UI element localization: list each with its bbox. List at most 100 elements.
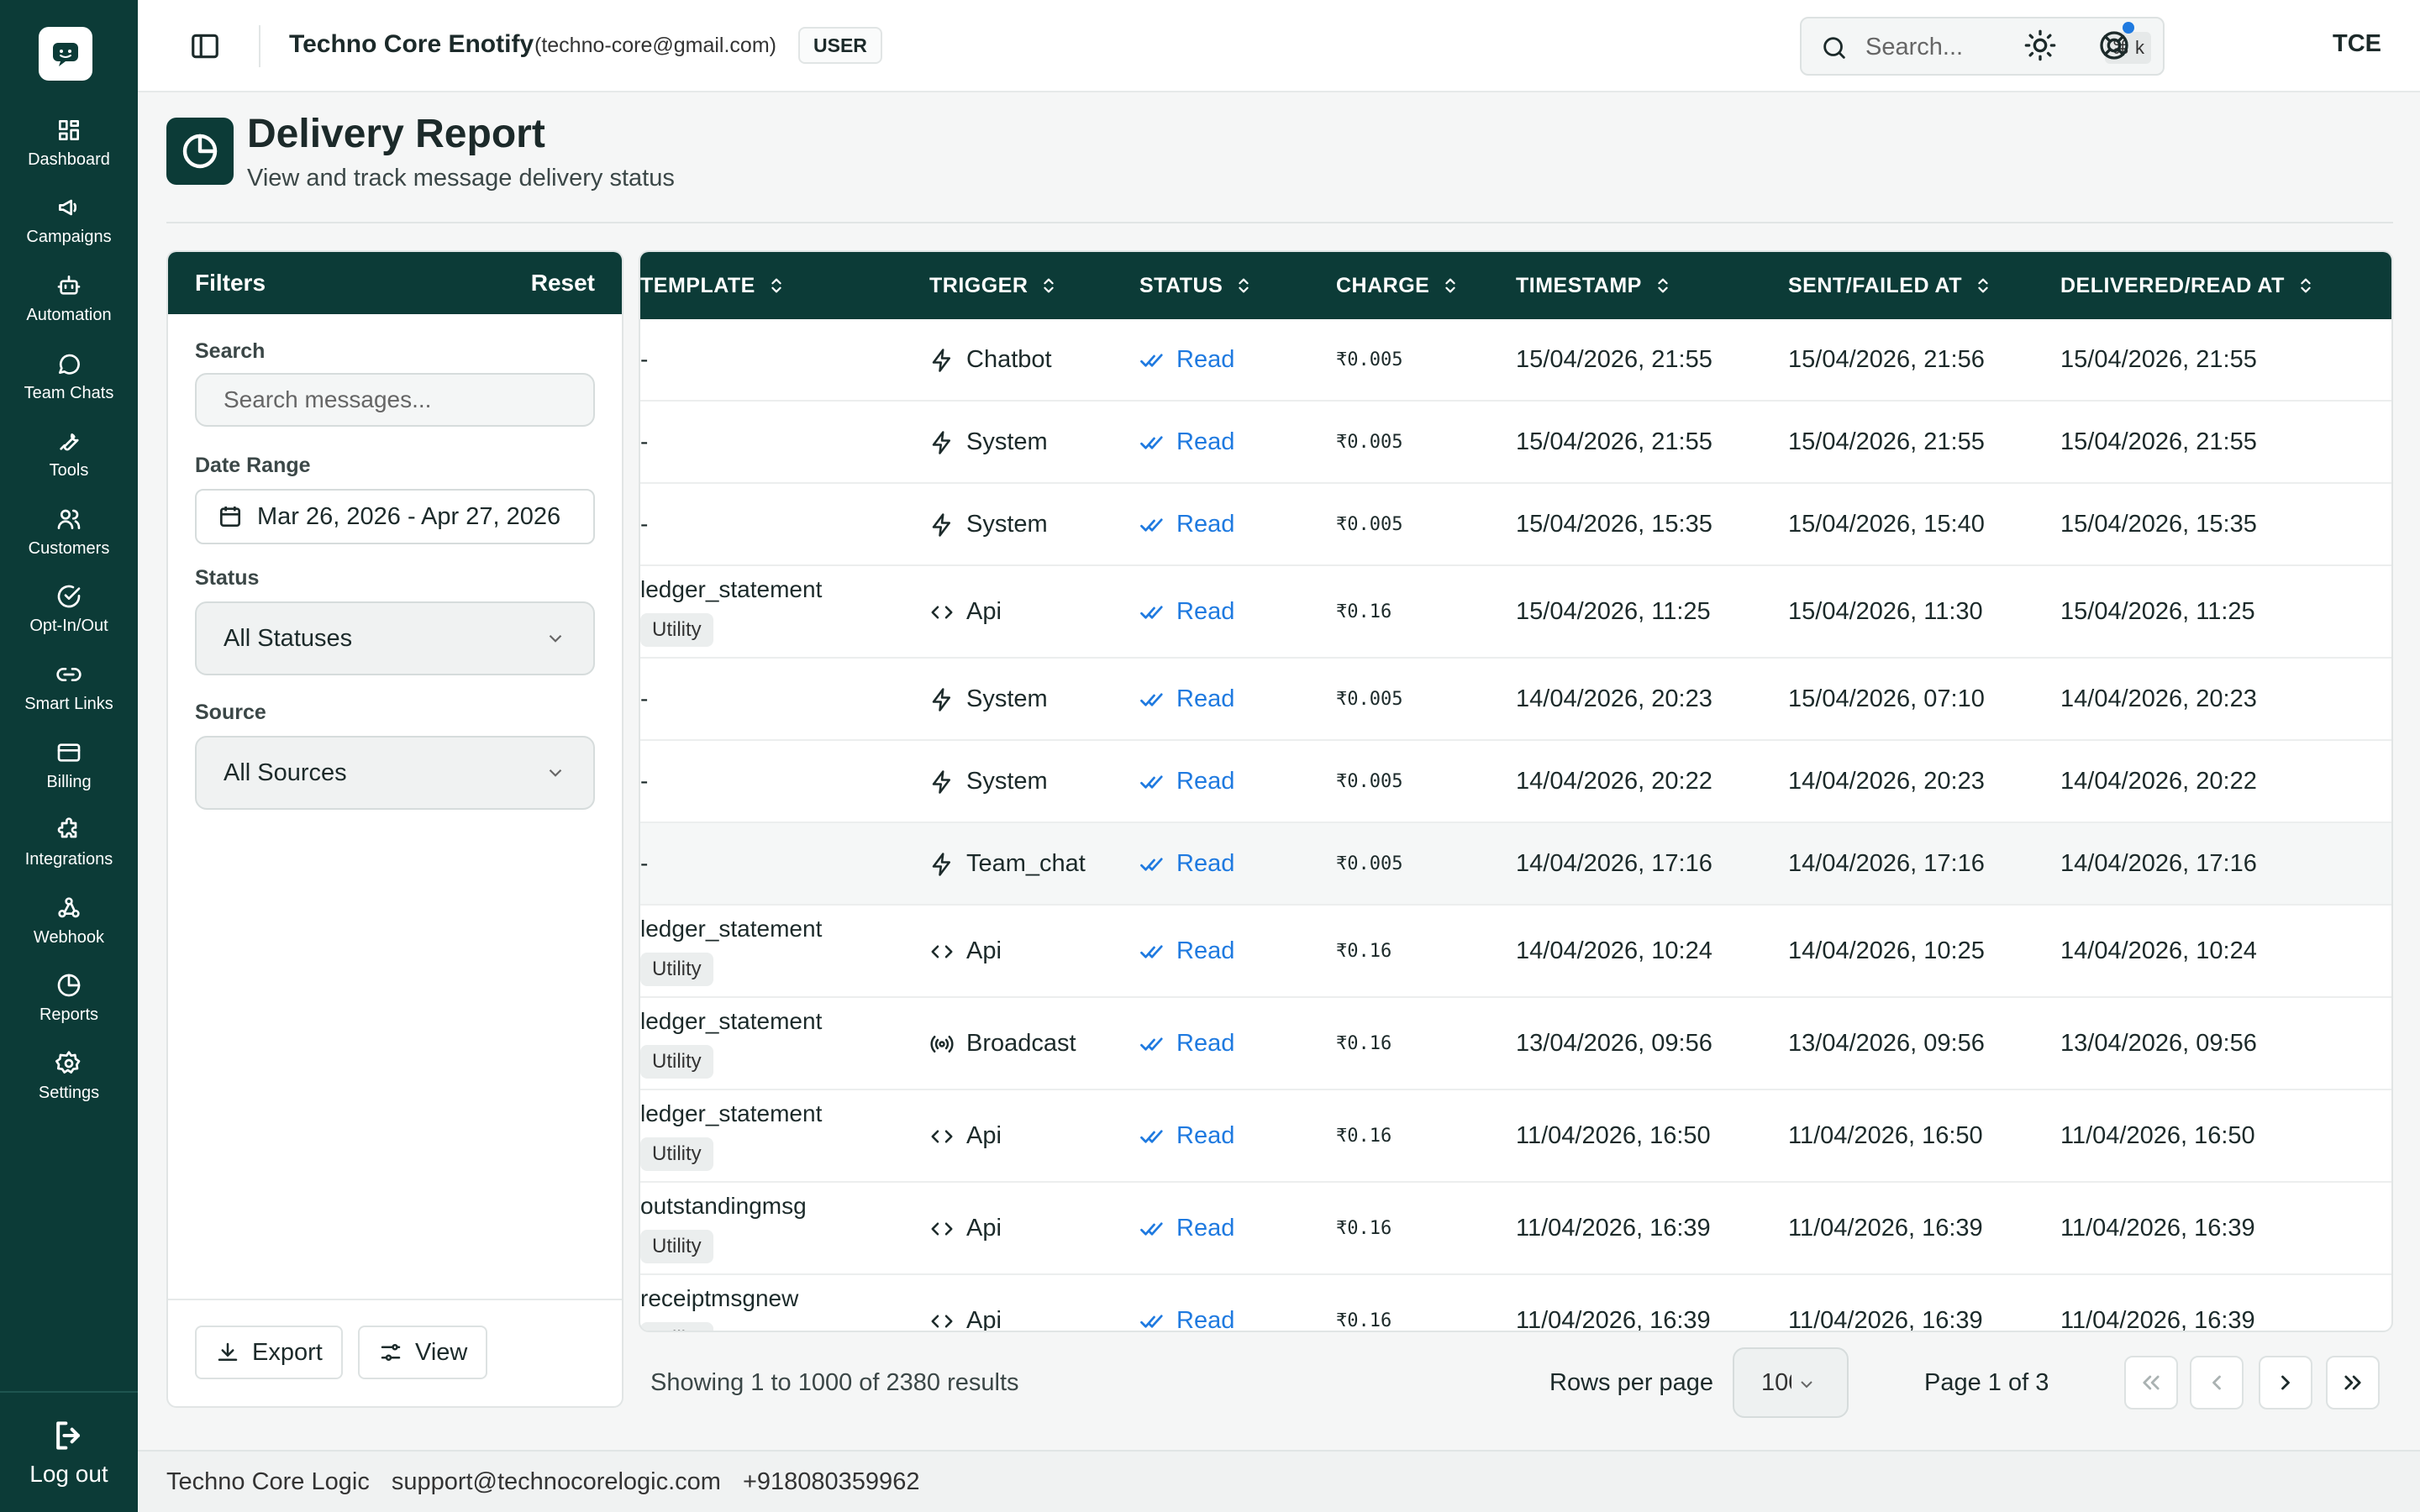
first-page-button[interactable] [2124,1356,2178,1410]
sidebar-item-team-chats[interactable]: Team Chats [0,338,138,416]
footer-email[interactable]: support@technocorelogic.com [392,1468,721,1496]
sidebar: Dashboard Campaigns Automation Team Chat… [0,0,138,1512]
table-row[interactable]: receiptmsgnew Utility Api Read ₹0.16 11/04/20… [640,1275,2391,1332]
trigger-cell: System [929,768,1048,795]
sidebar-item-reports[interactable]: Reports [0,960,138,1038]
template-name: receiptmsgnew [640,1285,799,1311]
delivered-read-at-cell: 11/04/2026, 16:39 [2060,1307,2255,1332]
chevron-left-icon [2212,1375,2221,1390]
sent-failed-at-cell: 11/04/2026, 16:39 [1788,1215,1983,1242]
column-header-status[interactable]: STATUS [1139,252,1253,319]
timestamp-cell: 13/04/2026, 09:56 [1516,1030,1712,1057]
zap-icon [932,348,950,372]
download-icon [218,1342,238,1361]
double-check-icon [1140,857,1163,871]
table-row[interactable]: ledger_statement Utility Api Read ₹0.16 11/04… [640,1090,2391,1183]
status-select-value: All Statuses [224,624,353,652]
grid-icon [59,119,79,140]
megaphone-icon [59,200,76,216]
table-row[interactable]: ledger_statement Utility Api Read ₹0.16 14/04… [640,906,2391,998]
sun-icon [2024,29,2056,61]
sort-icon [1044,278,1055,293]
sidebar-toggle-button[interactable] [188,30,222,62]
role-badge: USER [798,27,882,64]
table-row[interactable]: - Chatbot Read ₹0.005 15/04/2026, 21:55 15/04… [640,319,2391,402]
footer-phone[interactable]: +918080359962 [743,1468,919,1496]
sidebar-item-label: Team Chats [24,383,114,402]
sidebar-item-tools[interactable]: Tools [0,415,138,493]
table-row[interactable]: - System Read ₹0.005 15/04/2026, 15:35 15/04/… [640,484,2391,566]
user-avatar[interactable]: TCE [2333,30,2381,58]
status-select[interactable]: All Statuses [195,601,595,675]
delivered-read-at-cell: 15/04/2026, 15:35 [2060,511,2257,538]
category-badge: Utility [640,613,713,647]
next-page-button[interactable] [2259,1356,2312,1410]
table-row[interactable]: - System Read ₹0.005 14/04/2026, 20:22 14/04/… [640,741,2391,823]
table-row[interactable]: - System Read ₹0.005 15/04/2026, 21:55 15/04/… [640,402,2391,484]
chevron-down-icon [549,769,562,777]
table-row[interactable]: ledger_statement Utility Api Read ₹0.16 15/04… [640,566,2391,659]
column-header-sent-failed-at[interactable]: SENT/FAILED AT [1788,252,1992,319]
sidebar-item-smart-links[interactable]: Smart Links [0,648,138,727]
column-header-delivered-read-at[interactable]: DELIVERED/READ AT [2060,252,2315,319]
chevron-down-icon [549,634,562,643]
template-name: ledger_statement [640,916,823,942]
column-header-template[interactable]: TEMPLATE [640,252,786,319]
template-name: - [640,850,649,876]
last-page-button[interactable] [2326,1356,2380,1410]
delivered-read-at-cell: 14/04/2026, 20:23 [2060,685,2257,712]
chevron-right-icon [2281,1375,2290,1390]
timestamp-cell: 15/04/2026, 21:55 [1516,346,1712,373]
table-row[interactable]: outstandingmsg Utility Api Read ₹0.16 11/04/2… [640,1183,2391,1275]
status-cell: Read [1139,685,1234,713]
timestamp-cell: 14/04/2026, 20:22 [1516,768,1712,795]
sidebar-item-automation[interactable]: Automation [0,260,138,338]
status-cell: Read [1139,598,1234,626]
sort-icon [1658,278,1668,293]
table-row[interactable]: ledger_statement Utility Broadcast Read ₹0.1… [640,998,2391,1090]
sidebar-item-customers[interactable]: Customers [0,493,138,571]
logout-button[interactable]: Log out [0,1391,138,1512]
source-select[interactable]: All Sources [195,736,595,810]
gear-icon [55,1051,81,1074]
view-button[interactable]: View [358,1326,488,1379]
column-header-charge[interactable]: CHARGE [1336,252,1460,319]
column-header-trigger[interactable]: TRIGGER [929,252,1058,319]
filters-footer-divider [168,1299,622,1300]
date-range-picker[interactable]: Mar 26, 2026 - Apr 27, 2026 [195,489,595,544]
sidebar-item-opt-in-out[interactable]: Opt-In/Out [0,571,138,649]
topbar-divider [259,25,260,67]
previous-page-button[interactable] [2190,1356,2244,1410]
chevron-down-icon [1801,1381,1812,1389]
sidebar-item-campaigns[interactable]: Campaigns [0,182,138,260]
top-bar: Techno Core Enotify (techno-core@gmail.c… [138,0,2420,92]
charge-cell: ₹0.16 [1336,941,1392,962]
rows-per-page-select[interactable]: 1000 [1733,1347,1849,1418]
support-button[interactable] [2097,22,2134,62]
trigger-cell: System [929,428,1048,456]
theme-toggle-button[interactable] [2023,29,2057,62]
reset-button[interactable]: Reset [531,270,595,297]
table-row[interactable]: - Team_chat Read ₹0.005 14/04/2026, 17:16 14/… [640,823,2391,906]
template-name: ledger_statement [640,1100,823,1126]
message-search-input[interactable] [195,373,595,427]
broadcast-icon [930,1035,954,1053]
page-footer: Techno Core Logic support@technocorelogi… [138,1450,2420,1512]
charge-cell: ₹0.005 [1336,689,1403,710]
column-header-timestamp[interactable]: TIMESTAMP [1516,252,1672,319]
sidebar-item-settings[interactable]: Settings [0,1037,138,1116]
export-button[interactable]: Export [195,1326,343,1379]
charge-cell: ₹0.16 [1336,1310,1392,1331]
table-row[interactable]: - System Read ₹0.005 14/04/2026, 20:23 15/04/… [640,659,2391,741]
sidebar-item-webhook[interactable]: Webhook [0,882,138,960]
timestamp-cell: 15/04/2026, 15:35 [1516,511,1712,538]
chevrons-right-icon [2344,1375,2361,1390]
double-check-icon [1140,1129,1163,1143]
sidebar-item-integrations[interactable]: Integrations [0,804,138,882]
timestamp-cell: 15/04/2026, 21:55 [1516,428,1712,455]
sidebar-item-billing[interactable]: Billing [0,727,138,805]
sidebar-item-dashboard[interactable]: Dashboard [0,104,138,182]
status-cell: Read [1139,937,1234,965]
sort-icon [1239,278,1249,293]
app-logo[interactable] [39,27,92,81]
